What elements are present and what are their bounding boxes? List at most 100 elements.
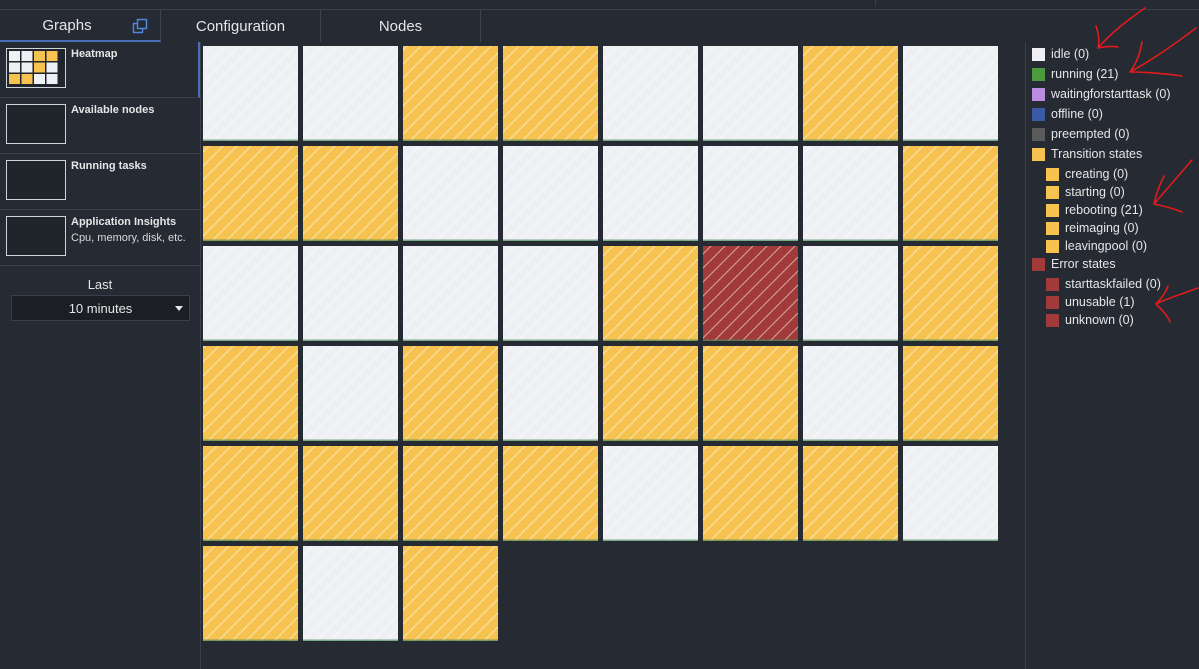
- node-tile[interactable]: [403, 446, 498, 541]
- node-tile[interactable]: [203, 146, 298, 241]
- legend-swatch: [1046, 313, 1059, 327]
- node-tile[interactable]: [403, 546, 498, 641]
- node-tile[interactable]: [503, 146, 598, 241]
- node-tile[interactable]: [803, 446, 898, 541]
- graph-sidebar: Heatmap Available nodes Running tasks Ap…: [0, 42, 201, 669]
- legend-label: waitingforstarttask (0): [1051, 87, 1171, 101]
- sidebar-item-title: Application Insights: [71, 216, 177, 228]
- legend-label: rebooting (21): [1065, 203, 1143, 217]
- legend-label: leavingpool (0): [1065, 239, 1147, 253]
- legend-item[interactable]: creating (0): [1046, 167, 1128, 181]
- node-tile[interactable]: [303, 546, 398, 641]
- node-tile[interactable]: [203, 346, 298, 441]
- node-tile[interactable]: [403, 146, 498, 241]
- node-tile[interactable]: [403, 246, 498, 341]
- legend-item[interactable]: preempted (0): [1032, 127, 1130, 141]
- tab-nodes[interactable]: Nodes: [321, 10, 481, 42]
- sidebar-item-application-insights[interactable]: Application Insights Cpu, memory, disk, …: [0, 210, 200, 266]
- node-tile[interactable]: [203, 46, 298, 141]
- node-tile[interactable]: [603, 246, 698, 341]
- legend-item[interactable]: starttaskfailed (0): [1046, 277, 1161, 291]
- node-tile[interactable]: [803, 346, 898, 441]
- tab-graphs[interactable]: Graphs: [0, 10, 161, 42]
- thumbnail-tile: [9, 51, 20, 61]
- legend-swatch: [1032, 127, 1045, 141]
- node-tile[interactable]: [603, 446, 698, 541]
- legend-item[interactable]: idle (0): [1032, 47, 1089, 61]
- node-tile[interactable]: [503, 46, 598, 141]
- node-tile[interactable]: [203, 246, 298, 341]
- sidebar-item-heatmap[interactable]: Heatmap: [0, 42, 200, 98]
- legend-swatch: [1032, 67, 1045, 81]
- legend-label: starting (0): [1065, 185, 1125, 199]
- available-nodes-thumbnail: [6, 104, 66, 144]
- legend-item[interactable]: unknown (0): [1046, 313, 1134, 327]
- tab-bar: Graphs Configuration Nodes: [0, 10, 1199, 42]
- legend-item[interactable]: rebooting (21): [1046, 203, 1143, 217]
- node-tile[interactable]: [803, 246, 898, 341]
- legend-item[interactable]: running (21): [1032, 67, 1118, 81]
- node-tile[interactable]: [803, 146, 898, 241]
- node-tile[interactable]: [603, 46, 698, 141]
- application-insights-thumbnail: [6, 216, 66, 256]
- legend-label: Transition states: [1051, 147, 1143, 161]
- tab-configuration[interactable]: Configuration: [161, 10, 321, 42]
- time-range-select[interactable]: 10 minutes: [11, 295, 190, 321]
- node-tile[interactable]: [303, 146, 398, 241]
- node-tile[interactable]: [203, 546, 298, 641]
- popout-icon[interactable]: [132, 18, 148, 34]
- node-tile[interactable]: [903, 146, 998, 241]
- legend-label: reimaging (0): [1065, 221, 1139, 235]
- legend-swatch: [1032, 87, 1045, 101]
- legend-item[interactable]: Error states: [1032, 257, 1116, 271]
- node-tile[interactable]: [603, 346, 698, 441]
- node-tile[interactable]: [303, 446, 398, 541]
- sidebar-item-available-nodes[interactable]: Available nodes: [0, 98, 200, 154]
- legend-item[interactable]: starting (0): [1046, 185, 1125, 199]
- node-tile[interactable]: [703, 246, 798, 341]
- legend-item[interactable]: Transition states: [1032, 147, 1142, 161]
- legend-item[interactable]: reimaging (0): [1046, 221, 1139, 235]
- node-tile[interactable]: [803, 46, 898, 141]
- thumbnail-tile: [21, 51, 33, 61]
- node-tile[interactable]: [703, 346, 798, 441]
- legend-label: offline (0): [1051, 107, 1103, 121]
- legend-label: unknown (0): [1065, 313, 1134, 327]
- sidebar-item-title: Running tasks: [71, 160, 147, 172]
- legend-swatch: [1032, 107, 1045, 121]
- node-tile[interactable]: [903, 46, 998, 141]
- legend-swatch: [1032, 257, 1045, 271]
- tab-nodes-label: Nodes: [378, 17, 423, 35]
- node-tile[interactable]: [703, 446, 798, 541]
- node-tile[interactable]: [503, 246, 598, 341]
- node-tile[interactable]: [303, 346, 398, 441]
- node-tile[interactable]: [903, 246, 998, 341]
- node-tile[interactable]: [203, 446, 298, 541]
- node-tile[interactable]: [903, 446, 998, 541]
- heatmap-thumbnail: [6, 48, 66, 88]
- node-tile[interactable]: [303, 246, 398, 341]
- legend-item[interactable]: unusable (1): [1046, 295, 1135, 309]
- node-tile[interactable]: [503, 446, 598, 541]
- legend-item[interactable]: leavingpool (0): [1046, 239, 1147, 253]
- sidebar-item-running-tasks[interactable]: Running tasks: [0, 154, 200, 210]
- legend-swatch: [1046, 239, 1059, 253]
- node-tile[interactable]: [703, 146, 798, 241]
- thumbnail-tile: [46, 62, 58, 73]
- node-tile[interactable]: [303, 46, 398, 141]
- legend-item[interactable]: waitingforstarttask (0): [1032, 87, 1170, 101]
- legend-swatch: [1032, 147, 1045, 161]
- node-tile[interactable]: [703, 46, 798, 141]
- node-tile[interactable]: [903, 346, 998, 441]
- running-tasks-thumbnail: [6, 160, 66, 200]
- thumbnail-tile: [46, 51, 58, 61]
- node-tile[interactable]: [403, 346, 498, 441]
- top-strip: [0, 0, 1199, 10]
- node-tile[interactable]: [603, 146, 698, 241]
- time-range-label: Last: [87, 277, 113, 292]
- node-tile[interactable]: [503, 346, 598, 441]
- node-tile[interactable]: [403, 46, 498, 141]
- tab-graphs-label: Graphs: [42, 16, 92, 34]
- legend-item[interactable]: offline (0): [1032, 107, 1103, 121]
- legend-swatch: [1046, 295, 1059, 309]
